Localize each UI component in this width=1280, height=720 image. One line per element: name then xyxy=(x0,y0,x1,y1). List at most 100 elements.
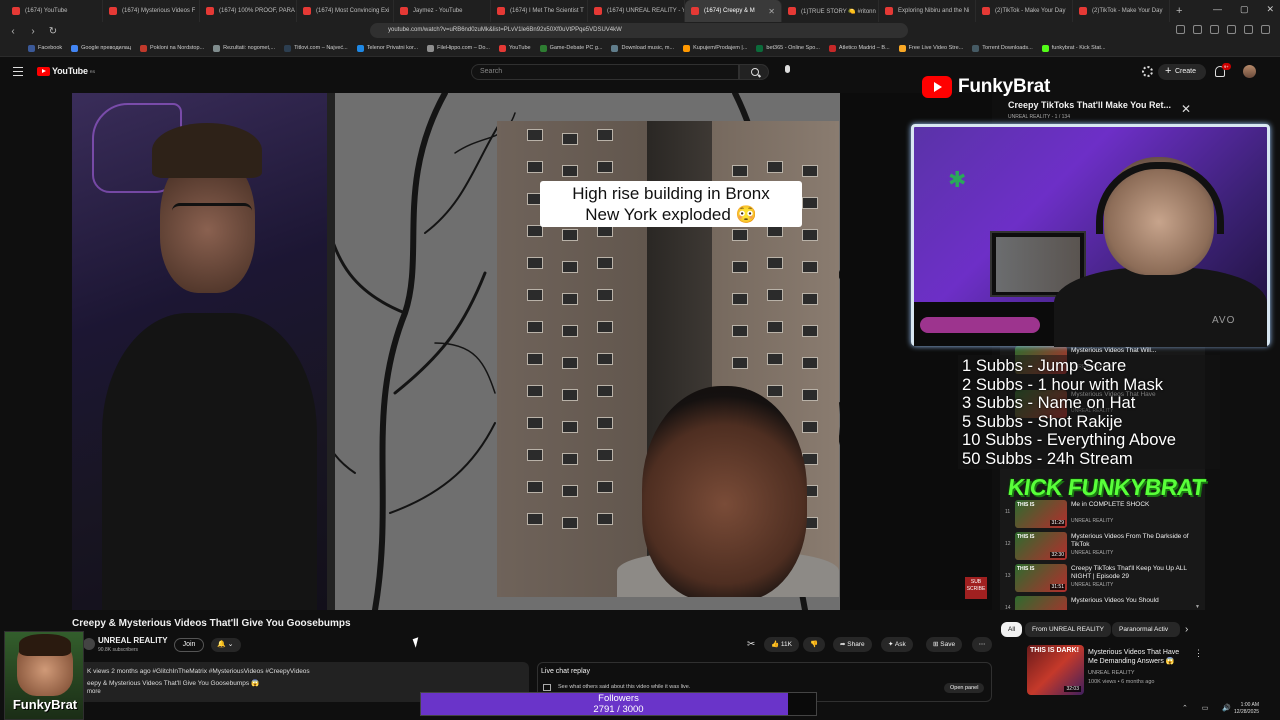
bookmark-favicon-icon xyxy=(828,44,836,52)
browser-tab[interactable]: (1674) YouTube xyxy=(6,0,103,22)
extension-icon[interactable] xyxy=(1193,25,1202,34)
close-window-icon[interactable]: ✕ xyxy=(1266,4,1274,15)
video-player[interactable]: High rise building in Bronx New York exp… xyxy=(72,93,992,610)
browser-tab[interactable]: (1674) I Met The Scientist T xyxy=(491,0,588,22)
bookmark-favicon-icon xyxy=(28,44,35,52)
tab-label: (2)TikTok - Make Your Day xyxy=(1092,8,1163,14)
bookmark-item[interactable]: bet365 - Online Spo... xyxy=(756,44,820,52)
browser-tab[interactable]: Jaymez - YouTube xyxy=(394,0,491,22)
cartoon-hair xyxy=(19,634,71,656)
description-more-link[interactable]: more xyxy=(87,689,101,695)
account-avatar[interactable] xyxy=(1243,65,1256,78)
extension-icon[interactable] xyxy=(1176,25,1185,34)
playlist-thumbnail: THIS IS 32:30 xyxy=(1015,532,1067,560)
open-panel-button[interactable]: Open panel xyxy=(944,683,985,693)
menu-icon[interactable] xyxy=(1261,25,1270,34)
bookmark-item[interactable]: Pokloni na Nordstop... xyxy=(140,44,204,52)
back-icon[interactable]: ‹ xyxy=(6,26,20,37)
building-window xyxy=(767,257,783,269)
filter-chip[interactable]: Paranormal Activ xyxy=(1112,622,1180,637)
create-button[interactable]: Create xyxy=(1158,64,1206,80)
more-actions-icon[interactable]: ⋯ xyxy=(972,637,992,652)
search-input[interactable]: Search xyxy=(471,64,739,80)
building-window xyxy=(802,357,818,369)
reward-line: 1 Subbs - Jump Scare xyxy=(962,356,1127,375)
browser-tab[interactable]: (1674) Creepy & M ✕ xyxy=(685,0,782,22)
side-video-channel[interactable]: UNREAL REALITY xyxy=(1088,670,1135,676)
close-playlist-icon[interactable]: ✕ xyxy=(1181,102,1191,116)
bookmark-item[interactable]: YouTube xyxy=(498,44,531,52)
mouse-cursor xyxy=(412,637,422,648)
more-options-icon[interactable]: ⋮ xyxy=(1194,648,1203,659)
ask-button[interactable]: ✦ Ask xyxy=(881,637,913,652)
bookmark-item[interactable]: Atletico Madrid – B... xyxy=(828,44,890,52)
dislike-button[interactable]: 👎 xyxy=(803,637,825,652)
new-tab-icon[interactable]: + xyxy=(1176,5,1182,17)
side-video-thumbnail[interactable]: THIS IS DARK! 32:03 xyxy=(1027,645,1084,695)
browser-tab[interactable]: (2)TikTok - Make Your Day xyxy=(976,0,1073,22)
browser-tab[interactable]: (2)TikTok - Make Your Day xyxy=(1073,0,1170,22)
bookmark-label: Telenor Privatni kor... xyxy=(366,45,419,51)
side-video-title[interactable]: Mysterious Videos That Have Me Demanding… xyxy=(1088,648,1188,666)
building-window xyxy=(732,325,748,337)
filter-chip[interactable]: From UNREAL REALITY xyxy=(1025,622,1111,637)
close-tab-icon[interactable]: ✕ xyxy=(768,7,775,16)
playlist-item[interactable]: 12 THIS IS 32:30 Mysterious Videos From The… xyxy=(1005,532,1200,560)
minimize-icon[interactable]: — xyxy=(1213,4,1222,15)
forward-icon[interactable]: › xyxy=(26,26,40,37)
profile-icon[interactable] xyxy=(1244,25,1253,34)
maximize-icon[interactable]: ▢ xyxy=(1240,4,1249,15)
bookmark-item[interactable]: Facebook xyxy=(28,44,62,52)
building-window xyxy=(562,261,578,273)
hamburger-menu-icon[interactable] xyxy=(13,67,23,76)
youtube-logo[interactable]: YouTube RS xyxy=(37,66,95,76)
bookmark-item[interactable]: Telenor Privatni kor... xyxy=(356,44,419,52)
bookmark-item[interactable]: Torrent Downloads... xyxy=(972,44,1033,52)
reload-icon[interactable]: ↻ xyxy=(46,26,60,37)
building-window xyxy=(562,325,578,337)
save-button[interactable]: ⊞ Save xyxy=(926,637,963,652)
leaf-neon-icon: ✱ xyxy=(948,167,967,192)
extension-icon[interactable] xyxy=(1227,25,1236,34)
like-button[interactable]: 👍 11K xyxy=(764,637,799,652)
chair-logo: AVO xyxy=(1212,315,1236,326)
reactor-glasses xyxy=(172,203,252,221)
create-camera-icon[interactable] xyxy=(1142,66,1153,77)
playlist-item[interactable]: 11 THIS IS 31:29 Me in COMPLETE SHOCK UNREAL… xyxy=(1005,500,1200,528)
extension-icon[interactable] xyxy=(1210,25,1219,34)
microphone-icon[interactable] xyxy=(783,65,792,77)
subscribed-bell-button[interactable]: 🔔 ⌄ xyxy=(211,638,241,652)
scroll-down-icon[interactable]: ▼ xyxy=(1195,604,1200,610)
playlist-item[interactable]: 13 THIS IS 31:51 Creepy TikToks That'll Kee… xyxy=(1005,564,1200,592)
bookmark-item[interactable]: Game-Debate PC g... xyxy=(539,44,602,52)
browser-tab[interactable]: (1674) UNREAL REALITY - Y xyxy=(588,0,685,22)
bookmark-item[interactable]: Rezultati: nogomet,... xyxy=(213,44,275,52)
search-icon[interactable] xyxy=(739,64,769,80)
bookmark-label: Google преводилац xyxy=(81,45,132,51)
browser-tab[interactable]: Exploring Nibiru and the Ni xyxy=(879,0,976,22)
playlist-title[interactable]: Creepy TikToks That'll Make You Ret... xyxy=(1008,100,1171,110)
bookmark-item[interactable]: Google преводилац xyxy=(71,44,132,52)
browser-tab[interactable]: (1)TRUE STORY 🍋 #ritonn xyxy=(782,0,879,22)
bookmark-item[interactable]: Download music, m... xyxy=(611,44,674,52)
bookmark-item[interactable]: FileHippo.com – Do... xyxy=(427,44,490,52)
filter-chip[interactable]: All xyxy=(1001,622,1023,637)
bookmark-item[interactable]: funkybrat - Kick Stat... xyxy=(1041,44,1106,52)
bookmark-item[interactable]: Titlovi.com – Najveć... xyxy=(284,44,348,52)
share-button[interactable]: ➦ Share xyxy=(833,637,872,652)
building-window xyxy=(767,321,783,333)
bookmark-item[interactable]: Kupujem/Prodajem |... xyxy=(683,44,747,52)
channel-avatar[interactable] xyxy=(83,638,95,650)
chevron-right-icon[interactable]: › xyxy=(1185,624,1188,635)
channel-name[interactable]: UNREAL REALITY xyxy=(98,636,168,645)
browser-tab[interactable]: (1674) Most Convincing Exi xyxy=(297,0,394,22)
playlist-item[interactable]: 14 Mysterious Videos You Should xyxy=(1005,596,1200,610)
bookmark-item[interactable]: Free Live Video Stre... xyxy=(898,44,963,52)
reward-line: 2 Subbs - 1 hour with Mask xyxy=(962,374,1164,394)
system-tray-icons[interactable]: ⌃ ▭ 🔊 xyxy=(1182,704,1237,712)
url-input[interactable]: youtube.com/watch?v=uRB6nd0zuMk&list=PLv… xyxy=(370,23,908,38)
browser-tab[interactable]: (1674) 100% PROOF, PARA xyxy=(200,0,297,22)
browser-tab[interactable]: (1674) Mysterious Videos F xyxy=(103,0,200,22)
clip-icon[interactable]: ✂ xyxy=(747,639,755,650)
join-button[interactable]: Join xyxy=(174,638,204,652)
